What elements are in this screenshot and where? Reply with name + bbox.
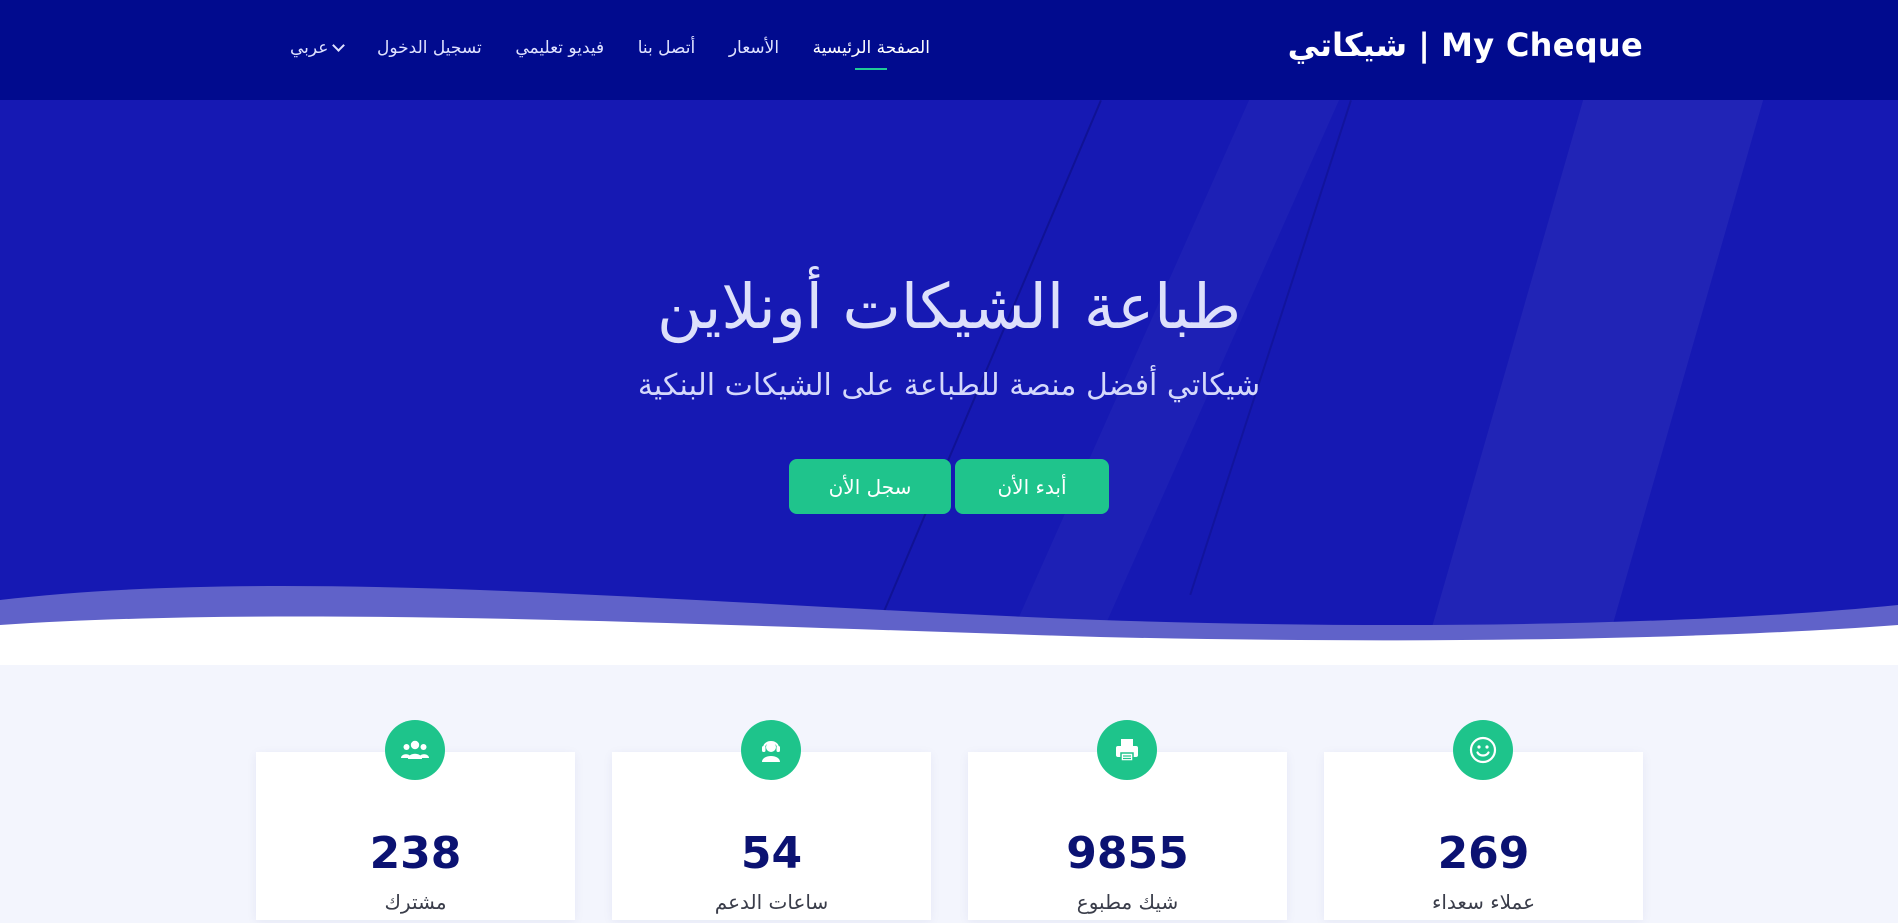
nav-login[interactable]: تسجيل الدخول [377,38,482,58]
language-label: عربي [290,38,329,58]
nav-home[interactable]: الصفحة الرئيسية [813,38,930,70]
hero-title: طباعة الشيكات أونلاين [656,270,1242,343]
users-icon [385,720,445,780]
printer-icon [1097,720,1157,780]
smiley-icon [1453,720,1513,780]
stat-value: 9855 [1066,828,1189,879]
stat-label: ساعات الدعم [714,890,829,914]
brand-logo[interactable]: شيكاتي | My Cheque [1288,26,1643,64]
stat-label: مشترك [384,890,447,914]
register-now-button[interactable]: سجل الأن [789,459,951,514]
hero-wave-divider [0,586,1898,670]
stats-section: 238 مشترك 54 ساعات الدعم 9855 شيك مطبوع [256,720,1643,920]
stat-label: شيك مطبوع [1076,890,1179,914]
top-navbar: شيكاتي | My Cheque الصفحة الرئيسية الأسع… [0,0,1898,100]
stat-value: 238 [369,828,462,879]
stat-label: عملاء سعداء [1431,890,1536,914]
hero-actions: أبدء الأن سجل الأن [0,459,1898,514]
language-selector[interactable]: عربي [290,38,346,58]
hero-subtitle: شيكاتي أفضل منصة للطباعة على الشيكات الب… [637,368,1261,403]
nav-tutorial-video[interactable]: فيديو تعليمي [515,38,604,58]
stat-value: 54 [740,828,803,879]
main-nav: الصفحة الرئيسية الأسعار أتصل بنا فيديو ت… [290,38,930,70]
chevron-down-icon [332,39,346,52]
stat-value: 269 [1437,828,1530,879]
support-agent-icon [741,720,801,780]
nav-pricing[interactable]: الأسعار [729,38,779,58]
start-now-button[interactable]: أبدء الأن [955,459,1109,514]
nav-contact[interactable]: أتصل بنا [638,38,696,58]
